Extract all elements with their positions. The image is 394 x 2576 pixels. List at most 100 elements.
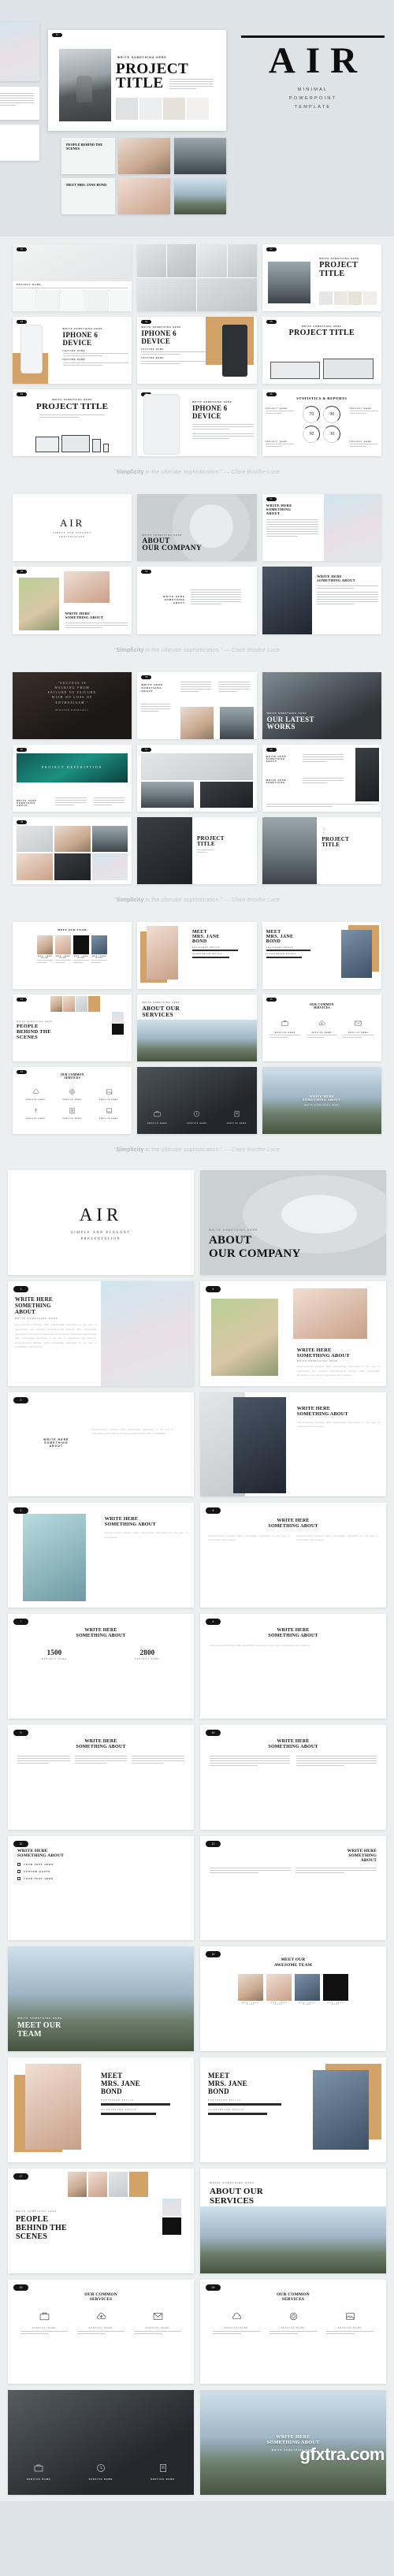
slide-two-photo-text[interactable]: 02 WRITE HERE SOMETHING ABOUT bbox=[13, 567, 132, 634]
hero-thumbnail-strip bbox=[116, 98, 209, 120]
feature-label: FEATURE NAME bbox=[62, 350, 86, 352]
slide-iphone6-ladder[interactable]: 07 WRITE SOMETHING HERE IPHONE 6 DEVICE bbox=[137, 389, 257, 457]
slide-people-behind[interactable]: 14 WRITE SOMETHING HERE PEOPLE BEHIND TH… bbox=[13, 994, 132, 1062]
service-name: SERVICE NAME bbox=[151, 2479, 175, 2481]
slide-project-description[interactable]: 06 PROJECT DESCRIPTION WRITE HERE SOMETH… bbox=[13, 744, 132, 812]
slide-project-title-dark[interactable]: PROJECT TITLE bbox=[137, 816, 257, 884]
showcase-cover-air[interactable]: AIR SIMPLE AND ELEGANT PRESENTATION bbox=[8, 1170, 194, 1275]
checklist-item: YOUR TEXT HERE bbox=[24, 1877, 54, 1880]
slide-title-line3: ABOUT bbox=[49, 1444, 64, 1448]
slide-photo-mosaic[interactable] bbox=[137, 244, 257, 312]
showcase-three-col-b[interactable]: 10 WRITE HERE SOMETHING ABOUT bbox=[200, 1724, 386, 1830]
slide-title-line2: SOMETHING ABOUT bbox=[296, 1352, 350, 1359]
envelope-icon bbox=[355, 1020, 362, 1026]
showcase-long-copy[interactable]: 8 WRITE HERE SOMETHING ABOUT Entrepreneu… bbox=[200, 1614, 386, 1719]
hero-mini-photo2 bbox=[118, 178, 170, 214]
slide-title-line1: PROJECT bbox=[319, 261, 359, 269]
slide-mountain-banner[interactable]: WRITE HERE SOMETHING ABOUT WRITE SOMETHI… bbox=[262, 1067, 381, 1135]
showcase-dark-services[interactable]: SERVICE NAME SERVICE NAME SERVICE NAME bbox=[8, 2390, 194, 2496]
showcase-services-3[interactable]: 19 OUR COMMON SERVICES SERVICE NAME SERV… bbox=[8, 2279, 194, 2385]
slide-photo-collage[interactable]: 07 bbox=[137, 744, 257, 812]
slide-gallery-strip[interactable]: 09 bbox=[13, 816, 132, 884]
slide-iphone-device-tan[interactable]: 04 WRITE SOMETHING HERE IPHONE 6 DEVICE … bbox=[137, 317, 257, 385]
slide-eyebrow: WRITE SOMETHING HERE bbox=[266, 712, 307, 715]
services-title-line1: OUR COMMON bbox=[309, 1002, 334, 1006]
quote-bold: Simplicity bbox=[116, 895, 144, 903]
slide-title-line2: WORKS bbox=[266, 723, 296, 731]
showcase-suit-text[interactable]: 3 WRITE HERE SOMETHING ABOUT Entrepreneu… bbox=[8, 1503, 194, 1608]
slide-two-column-text[interactable]: 08 WRITE HERE SOMETHING ABOUT WRITE HERE… bbox=[262, 744, 381, 812]
showcase-people-behind[interactable]: 17 WRITE SOMETHING HERE PEOPLE BEHIND TH… bbox=[8, 2168, 194, 2273]
hero-mini-people: PEOPLE BEHIND THE SCENES bbox=[61, 138, 115, 174]
showcase-photo-left-text[interactable]: 5 WRITE HERE SOMETHING ABOUT Entrepreneu… bbox=[200, 1392, 386, 1497]
slide-statistics[interactable]: 08 STATISTICS & REPORTS 70 90 50 30 PROJ… bbox=[262, 389, 381, 457]
showcase-two-photo-text[interactable]: 4 WRITE HERE SOMETHING ABOUT WRITE SOMET… bbox=[200, 1281, 386, 1386]
showcase-awesome-team[interactable]: 14 MEET OUR AWESOME TEAM MRS. JANE BOND … bbox=[200, 1946, 386, 2052]
slide-team-grid[interactable]: MEET OUR TEAM MRS. JANE BOND MRS. JANE B… bbox=[13, 921, 132, 989]
slide-title-line1: WRITE HERE bbox=[84, 1738, 117, 1744]
slide-dark-services[interactable]: SERVICE NAME SERVICE NAME SERVICE NAME bbox=[137, 1067, 257, 1135]
quote-rest: is the ultimate sophistication." — bbox=[143, 468, 232, 476]
calculator-icon bbox=[69, 1107, 75, 1113]
showcase-text-photo-right[interactable]: 1 WRITE HERE SOMETHING ABOUT WRITE SOMET… bbox=[8, 1281, 194, 1386]
service-name: SERVICE NAME bbox=[62, 1117, 82, 1120]
showcase-checklist[interactable]: 11 WRITE HERE SOMETHING ABOUT YOUR TEXT … bbox=[8, 1835, 194, 1941]
showcase-meet-team-photo[interactable]: WRITE SOMETHING HERE MEET OUR TEAM bbox=[8, 1946, 194, 2052]
showcase-mountain-banner[interactable]: WRITE HERE SOMETHING ABOUT WRITE SOMETHI… bbox=[200, 2390, 386, 2496]
slide-text-two-photo[interactable]: 05 WRITE HERE SOMETHING ABOUT bbox=[137, 671, 257, 739]
slide-number-tag: 01 bbox=[17, 247, 27, 251]
slide-iphone-device[interactable]: 03 WRITE SOMETHING HERE IPHONE 6 DEVICE … bbox=[13, 317, 132, 385]
slide-number-tag: 02 bbox=[17, 570, 27, 574]
thumb-camera bbox=[139, 98, 162, 120]
slide-title-line2: DEVICE bbox=[141, 336, 171, 345]
service-name: SERVICE NAME bbox=[25, 1098, 46, 1101]
slide-product-grid[interactable]: PROJECT NAME 01 bbox=[13, 244, 132, 312]
slide-title-line2: SOMETHING ABOUT bbox=[76, 1744, 126, 1749]
slide-photo-left-text[interactable]: WRITE HERE SOMETHING ABOUT bbox=[262, 567, 381, 634]
showcase-meet-jane-tan[interactable]: MEET MRS. JANE BOND PHOTOSHOP SKILLS ILL… bbox=[8, 2057, 194, 2162]
slide-about-company[interactable]: WRITE SOMETHING HERE ABOUT OUR COMPANY bbox=[137, 494, 257, 562]
slide-dark-quote[interactable]: "SUCCESS IS WALKING FROM FAILURE TO FAIL… bbox=[13, 671, 132, 739]
slide-title-line2: SOMETHING ABOUT bbox=[317, 578, 355, 583]
laptop-icon bbox=[106, 1108, 112, 1113]
slide-project-title-num[interactable]: 2 PROJECT TITLE bbox=[262, 816, 381, 884]
slide-services-6[interactable]: 16 OUR COMMON SERVICES SERVICE NAME SERV… bbox=[13, 1067, 132, 1135]
slide-number-tag: 19 bbox=[13, 2284, 28, 2291]
slide-project-title-wide[interactable]: 05 WRITE SOMETHING HERE PROJECT TITLE bbox=[262, 317, 381, 385]
showcase-boxes-three[interactable]: 12 WRITE HERE SOMETHING ABOUT bbox=[200, 1835, 386, 1941]
showcase-meet-jane-right[interactable]: MEET MRS. JANE BOND PHOTOSHOP SKILLS ILL… bbox=[200, 2057, 386, 2162]
member-name: MRS. JANE BOND bbox=[299, 2002, 316, 2005]
slide-title-line2: SOMETHING bbox=[266, 781, 286, 784]
slide-about-services[interactable]: WRITE SOMETHING HERE ABOUT OUR SERVICES bbox=[137, 994, 257, 1062]
gear-icon bbox=[69, 1088, 75, 1095]
showcase-three-col[interactable]: 9 WRITE HERE SOMETHING ABOUT bbox=[8, 1724, 194, 1830]
slide-latest-works[interactable]: WRITE SOMETHING HERE OUR LATEST WORKS bbox=[262, 671, 381, 739]
cover-brand: AIR bbox=[59, 517, 85, 530]
slide-project-title-wide2[interactable]: 06 WRITE SOMETHING HERE PROJECT TITLE bbox=[13, 389, 132, 457]
showcase-services-3b[interactable]: 20 OUR COMMON SERVICES SERVICE NAME SERV… bbox=[200, 2279, 386, 2385]
showcase-two-col-body[interactable]: 6 WRITE HERE SOMETHING ABOUT Entrepreneu… bbox=[200, 1503, 386, 1608]
slide-cover-air[interactable]: AIR SIMPLE AND ELEGANT PRESENTATION bbox=[13, 494, 132, 562]
slide-number-tag: 03 bbox=[141, 570, 152, 574]
slide-title-line2: SOMETHING ABOUT bbox=[268, 1524, 318, 1530]
showcase-centered-copy[interactable]: 2 WRITE HERE SOMETHING ABOUT Entrepreneu… bbox=[8, 1392, 194, 1497]
slide-text-photo-right[interactable]: 01 WRITE HERE SOMETHING ABOUT bbox=[262, 494, 381, 562]
slide-number-tag: 10 bbox=[206, 1729, 221, 1736]
slide-meet-jane-tan[interactable]: MEET MRS. JANE BOND PHOTOSHOP SKILLS ILL… bbox=[137, 921, 257, 989]
slide-title-line2: TITLE bbox=[196, 840, 215, 847]
slide-centered-copy[interactable]: 03 WRITE HERE SOMETHING ABOUT bbox=[137, 567, 257, 634]
showcase-stat-duo[interactable]: 7 WRITE HERE SOMETHING ABOUT 1500 PROJEC… bbox=[8, 1614, 194, 1719]
slide-number-tag: 05 bbox=[141, 675, 152, 679]
slide-eyebrow: WRITE SOMETHING HERE bbox=[319, 258, 359, 260]
showcase-about-company[interactable]: WRITE SOMETHING HERE ABOUT OUR COMPANY bbox=[200, 1170, 386, 1275]
slide-services-3[interactable]: 15 OUR COMMON SERVICES SERVICE NAME SERV… bbox=[262, 994, 381, 1062]
slide-grid-devices: PROJECT NAME 01 02 WRITE SOMETHING HERE … bbox=[0, 236, 394, 461]
member-name: MRS. JANE BOND bbox=[73, 956, 89, 960]
slide-meet-jane-right[interactable]: MEET MRS. JANE BOND PHOTOSHOP SKILLS ILL… bbox=[262, 921, 381, 989]
slide-number-tag: 06 bbox=[17, 392, 27, 397]
slide-title-line1: WRITE HERE bbox=[277, 1518, 310, 1524]
slide-project-title[interactable]: 02 WRITE SOMETHING HERE PROJECT TITLE bbox=[262, 244, 381, 312]
slide-grid-about: AIR SIMPLE AND ELEGANT PRESENTATION WRIT… bbox=[0, 486, 394, 638]
skill-label: ILLUSTRATOR SKILLS bbox=[191, 953, 222, 956]
showcase-about-services[interactable]: WRITE SOMETHING HERE ABOUT OUR SERVICES bbox=[200, 2168, 386, 2273]
